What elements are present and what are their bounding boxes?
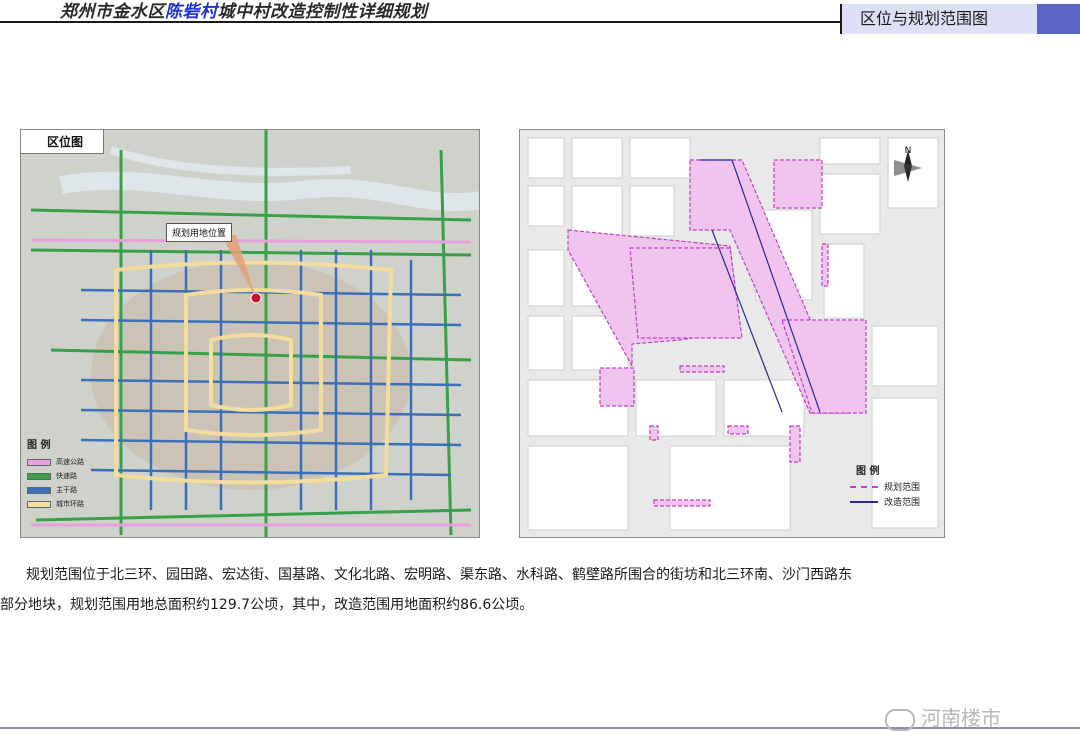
watermark-text: 河南楼市 (921, 706, 1001, 730)
document-title: 郑州市金水区陈砦村城中村改造控制性详细规划 (60, 0, 428, 22)
arterial-swatch (27, 486, 51, 494)
watermark: 河南楼市 (885, 702, 1001, 731)
legend-item-arterial: 主干路 (27, 483, 127, 497)
legend-label: 改造范围 (884, 498, 921, 508)
legend-item-renovation-scope: 改造范围 (850, 494, 936, 509)
header-rule (0, 21, 840, 23)
header-bar: 郑州市金水区陈砦村城中村改造控制性详细规划 区位与规划范围图 (0, 0, 1080, 36)
legend-label: 规划范围 (884, 483, 921, 493)
title-suffix: 城中村改造控制性详细规划 (217, 2, 428, 22)
title-prefix: 郑州市金水区 (60, 2, 165, 22)
scope-description: 规划范围位于北三环、园田路、宏达街、国基路、文化北路、宏明路、渠东路、水科路、鹤… (0, 560, 1026, 620)
site-location-label: 规划用地位置 (166, 223, 233, 242)
legend-item-expressway: 快速路 (27, 469, 127, 483)
description-line-2: 部分地块，规划范围用地总面积约129.7公顷，其中，改造范围用地面积约86.6公… (0, 597, 534, 613)
location-map: 区位图 规划用地位置 图 例 高速公路 快速路 主干路 城市环路 (20, 129, 480, 538)
planning-scope-swatch (850, 485, 878, 488)
section-tag: 区位与规划范围图 (840, 4, 1037, 34)
wechat-icon (885, 708, 915, 731)
compass-icon (894, 150, 922, 182)
legend-title: 图 例 (856, 466, 880, 477)
location-map-legend: 图 例 高速公路 快速路 主干路 城市环路 (27, 436, 127, 511)
location-map-caption: 区位图 (21, 130, 105, 154)
description-line-1: 规划范围位于北三环、园田路、宏达街、国基路、文化北路、宏明路、渠东路、水科路、鹤… (26, 567, 852, 583)
ring-road-swatch (27, 500, 51, 508)
legend-label: 城市环路 (56, 500, 84, 508)
north-arrow: N (890, 146, 926, 198)
renovation-scope-swatch (850, 500, 878, 503)
legend-label: 快速路 (56, 472, 77, 480)
legend-item-planning-scope: 规划范围 (850, 479, 936, 494)
scope-map-legend: 图 例 规划范围 改造范围 (850, 462, 936, 509)
legend-title: 图 例 (27, 440, 51, 451)
title-highlight: 陈砦村 (165, 2, 218, 22)
legend-label: 主干路 (56, 486, 77, 494)
legend-item-highway: 高速公路 (27, 455, 127, 469)
section-tag-accent (1037, 4, 1080, 34)
expressway-swatch (27, 472, 51, 480)
legend-item-ring-road: 城市环路 (27, 497, 127, 511)
planning-scope-map: N 图 例 规划范围 改造范围 (519, 129, 945, 538)
highway-swatch (27, 458, 51, 466)
legend-label: 高速公路 (56, 458, 84, 466)
